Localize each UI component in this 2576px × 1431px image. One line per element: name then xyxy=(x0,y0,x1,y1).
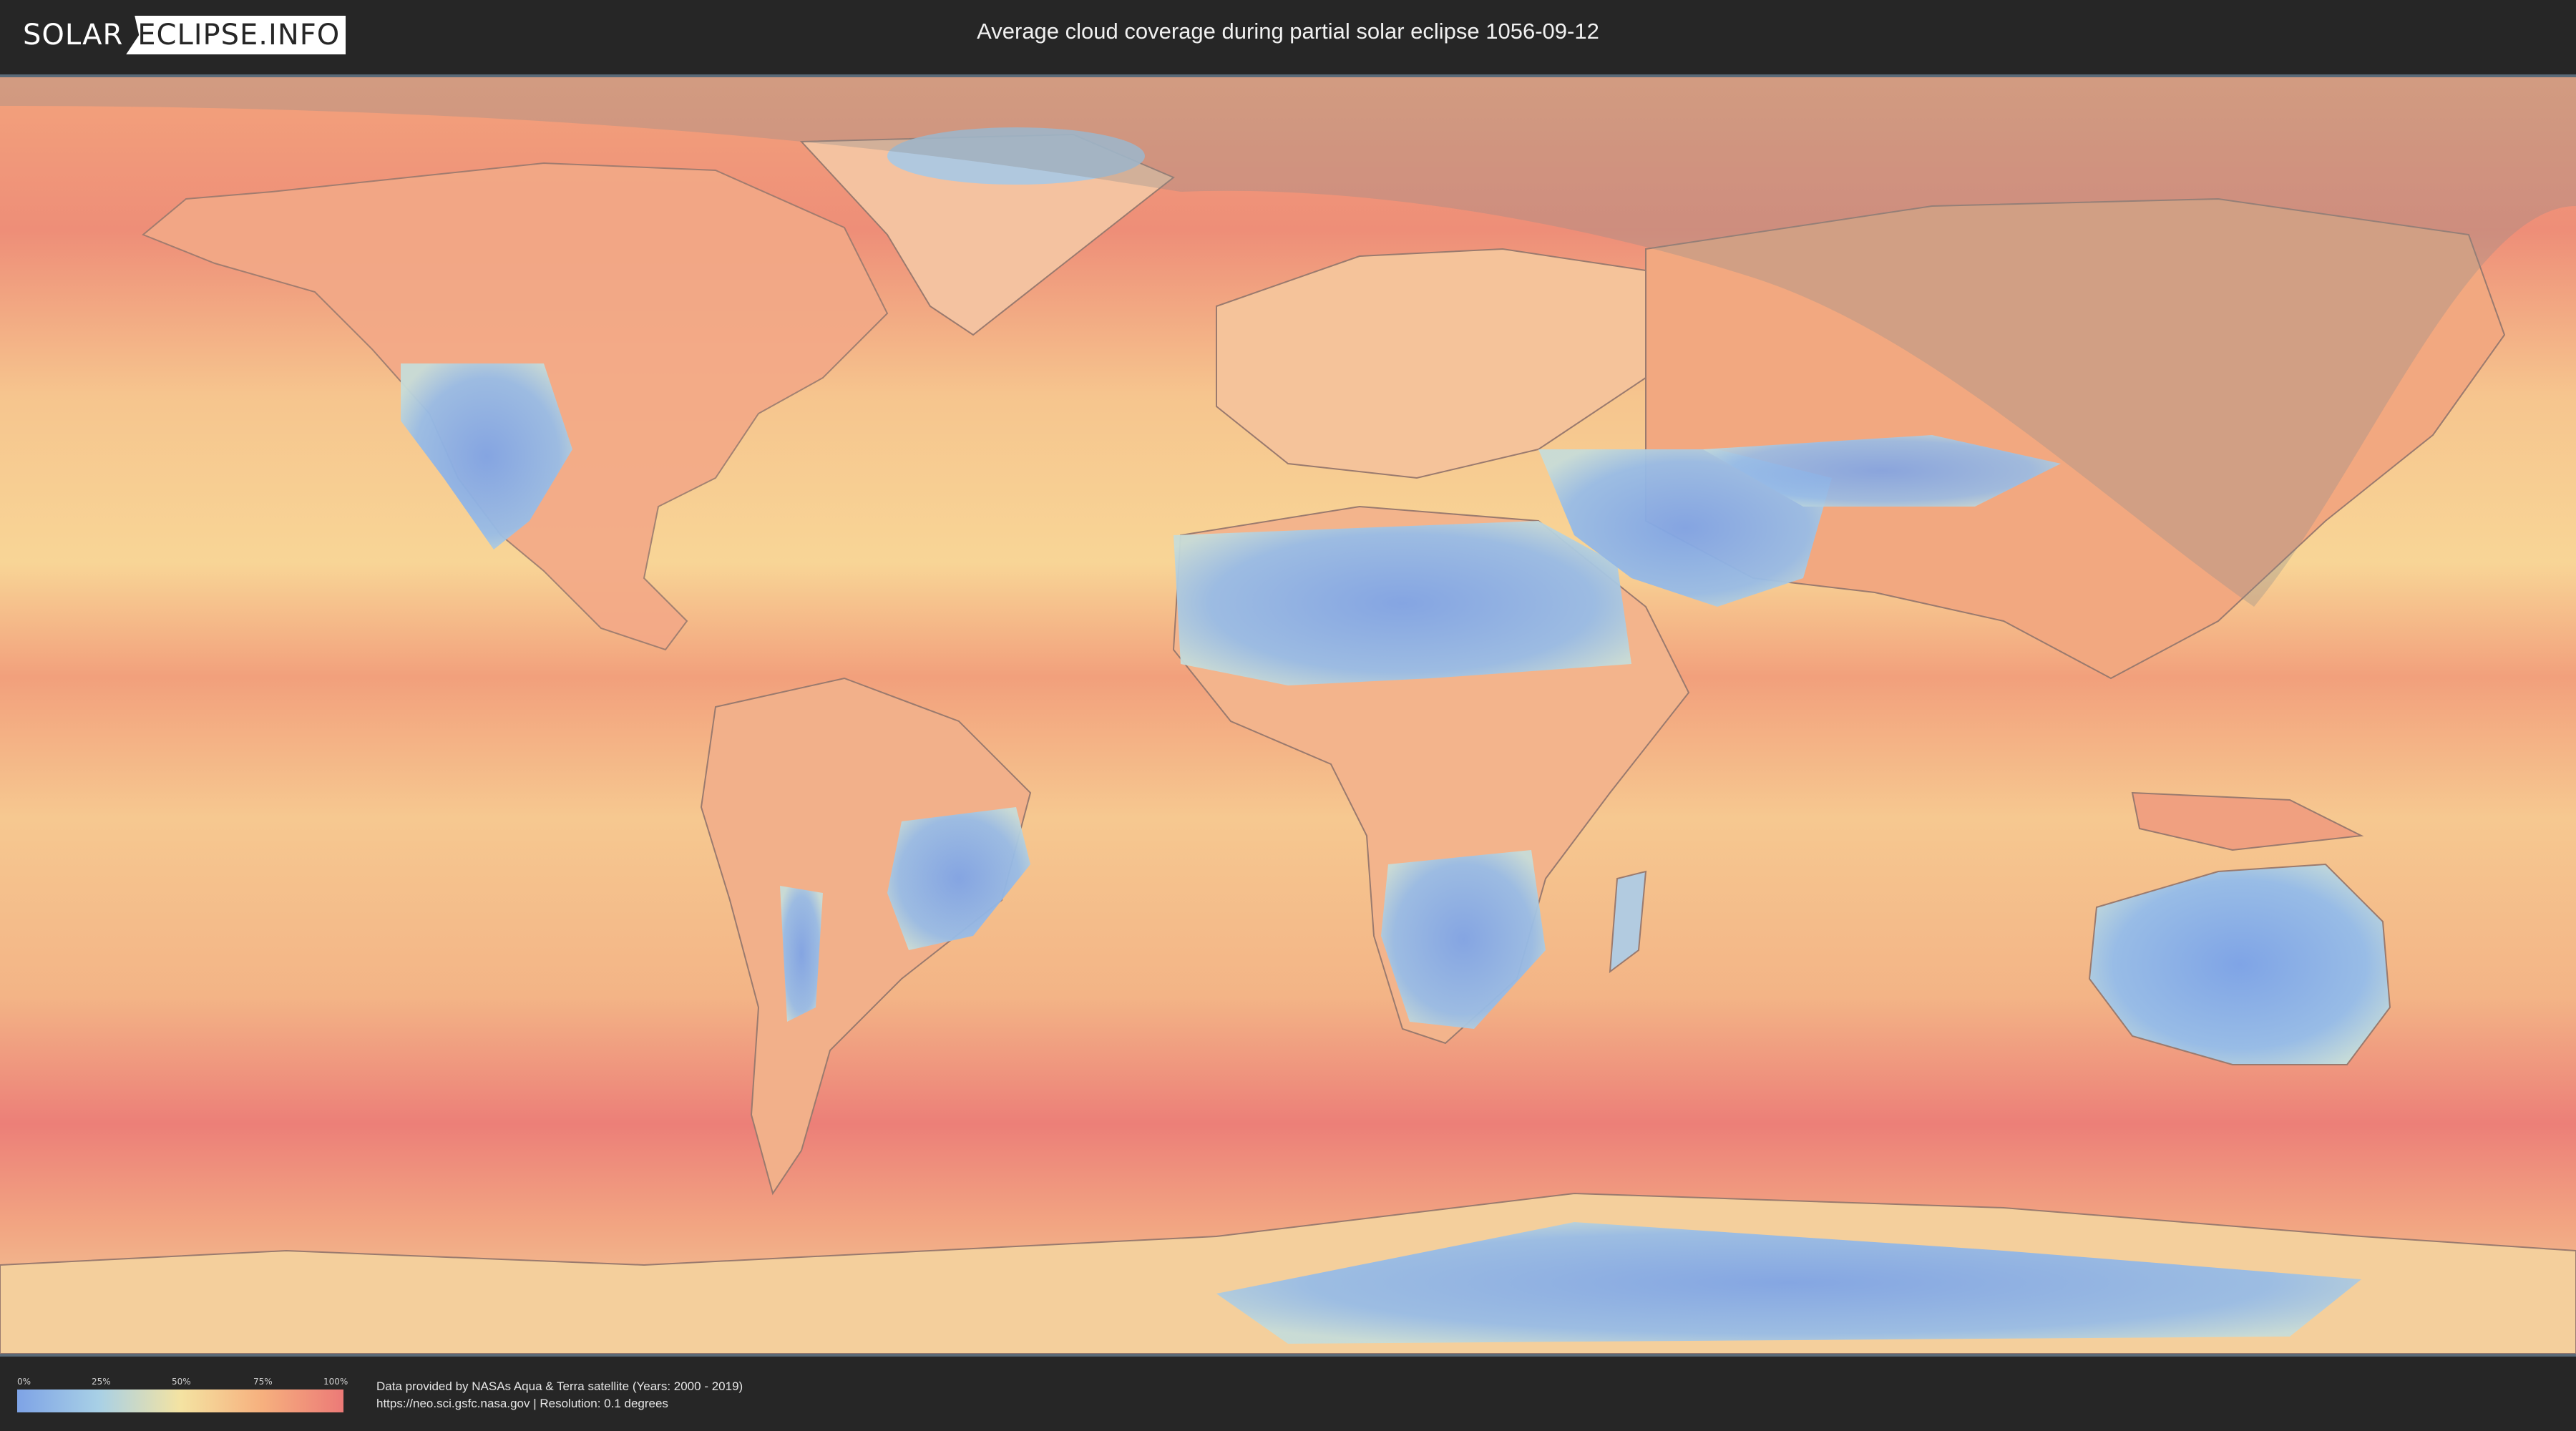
credit-line-source[interactable]: https://neo.sci.gsfc.nasa.gov | Resoluti… xyxy=(376,1397,668,1411)
cloud-coverage-map xyxy=(0,74,2576,1357)
legend-tick-50: 50% xyxy=(172,1377,191,1387)
legend-tick-100: 100% xyxy=(323,1377,348,1387)
map-svg xyxy=(0,77,2576,1354)
legend-tick-labels: 0% 25% 50% 75% 100% xyxy=(17,1377,348,1387)
footer xyxy=(0,1357,2576,1431)
credit-line-data: Data provided by NASAs Aqua & Terra sate… xyxy=(376,1379,743,1393)
legend-tick-25: 25% xyxy=(92,1377,111,1387)
page-title: Average cloud coverage during partial so… xyxy=(977,19,1599,44)
legend-tick-75: 75% xyxy=(253,1377,273,1387)
top-bar: SOLAR ECLIPSE.INFO Average cloud coverag… xyxy=(0,0,2576,72)
clear-area-sahara xyxy=(1174,521,1631,685)
legend-color-bar xyxy=(17,1390,343,1412)
legend-tick-0: 0% xyxy=(17,1377,31,1387)
